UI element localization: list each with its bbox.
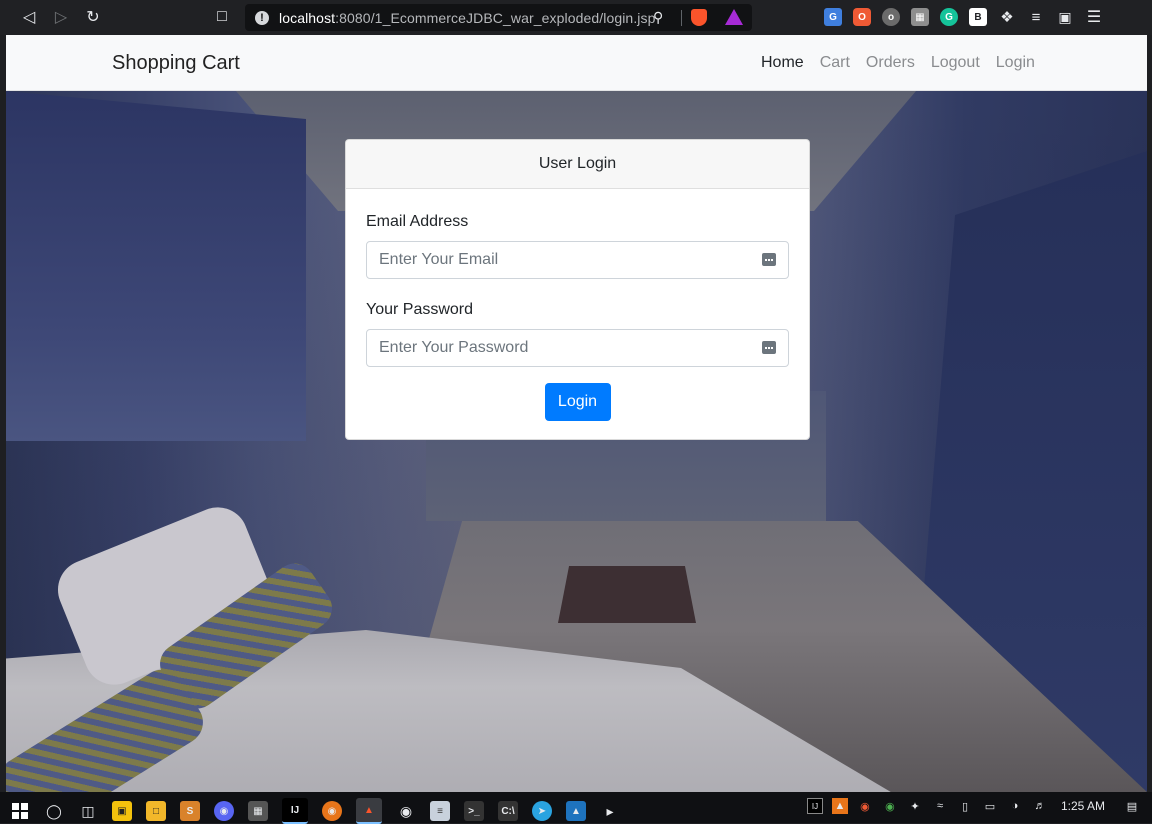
forward-icon[interactable]: ▷ <box>50 6 72 28</box>
sticky-notes-icon[interactable]: ▣ <box>112 801 132 821</box>
owl-extension-icon[interactable]: o <box>882 8 900 26</box>
volume-icon[interactable]: ♬ <box>1032 798 1048 814</box>
url-text[interactable]: localhost:8080/1_EcommerceJDBC_war_explo… <box>279 10 656 26</box>
notification-app-icon[interactable]: ◉ <box>857 798 873 814</box>
submit-row: Login <box>366 383 789 421</box>
address-bar[interactable]: ! localhost:8080/1_EcommerceJDBC_war_exp… <box>245 4 752 31</box>
page-viewport: Shopping Cart Home Cart Orders Logout Lo… <box>6 35 1147 792</box>
ubuntu-icon[interactable]: ◉ <box>322 801 342 821</box>
puzzle-icon[interactable]: ❖ <box>998 8 1016 26</box>
email-label: Email Address <box>366 213 469 230</box>
password-field[interactable] <box>367 330 788 366</box>
nav-login[interactable]: Login <box>996 54 1035 72</box>
photos-icon[interactable]: ▲ <box>566 801 586 821</box>
reload-icon[interactable]: ↻ <box>82 6 104 28</box>
card-title: User Login <box>346 140 809 189</box>
wallet-icon[interactable]: ▣ <box>1056 8 1074 26</box>
sublime-icon[interactable]: S <box>180 801 200 821</box>
telegram-icon[interactable]: ➤ <box>532 801 552 821</box>
site-info-icon[interactable]: ! <box>255 10 269 25</box>
windows-start-icon[interactable] <box>10 801 30 821</box>
clock[interactable]: 1:25 AM <box>1061 799 1105 813</box>
record-extension-icon[interactable]: O <box>853 8 871 26</box>
translate-extension-icon[interactable]: G <box>824 8 842 26</box>
cortana-icon[interactable]: ◯ <box>44 801 64 821</box>
login-form: Email Address Your Password Login <box>346 213 809 421</box>
back-icon[interactable]: ◁ <box>18 6 40 28</box>
b-extension-icon[interactable]: B <box>969 8 987 26</box>
intellij-tray-icon[interactable]: IJ <box>806 798 823 814</box>
nav-home[interactable]: Home <box>761 54 804 72</box>
site-navbar: Shopping Cart Home Cart Orders Logout Lo… <box>6 35 1147 91</box>
bg-table <box>558 566 696 623</box>
sublime-tray-icon[interactable]: ▲ <box>831 798 848 814</box>
taskbar-apps: ◯ ◫ ▣ □ S ◉ ▦ IJ ◉ ▲ ◉ ≡ >_ C:\ ➤ ▲ ▸ <box>10 798 620 824</box>
image-extension-icon[interactable]: ▦ <box>911 8 929 26</box>
url-path: :8080/1_EcommerceJDBC_war_exploded/login… <box>335 9 656 26</box>
email-field[interactable] <box>367 242 788 278</box>
login-card: User Login Email Address Your Password L… <box>345 139 810 440</box>
password-label: Your Password <box>366 301 474 318</box>
audio-app-icon[interactable]: ▸ <box>600 801 620 821</box>
calculator-icon[interactable]: ▦ <box>248 801 268 821</box>
file-explorer-icon[interactable]: □ <box>146 801 166 821</box>
windows-taskbar: ◯ ◫ ▣ □ S ◉ ▦ IJ ◉ ▲ ◉ ≡ >_ C:\ ➤ ▲ ▸ IJ… <box>0 792 1152 824</box>
bluetooth-icon[interactable]: ✦ <box>907 798 923 814</box>
usb-icon[interactable]: ▯ <box>957 798 973 814</box>
nav-orders[interactable]: Orders <box>866 54 915 72</box>
wifi-icon[interactable]: ≈ <box>932 798 948 814</box>
app-icon[interactable]: ◉ <box>396 801 416 821</box>
url-host: localhost <box>279 9 336 26</box>
navbar-brand[interactable]: Shopping Cart <box>112 52 240 75</box>
password-manager-icon[interactable] <box>762 253 776 266</box>
cmd-icon[interactable]: C:\ <box>498 801 518 821</box>
brave-rewards-icon[interactable] <box>725 9 743 25</box>
notifications-icon[interactable]: ▤ <box>1124 798 1140 814</box>
network-icon[interactable]: ▭ <box>982 798 998 814</box>
brave-shields-icon[interactable] <box>691 9 707 26</box>
bg-window <box>6 91 306 441</box>
password-manager-icon[interactable] <box>762 341 776 354</box>
wifi-signal-icon[interactable]: ◑ <box>1007 798 1023 814</box>
menu-icon[interactable]: ☰ <box>1085 8 1103 26</box>
key-icon[interactable]: ⚲ <box>653 9 663 26</box>
task-view-icon[interactable]: ◫ <box>78 801 98 821</box>
divider <box>681 10 682 26</box>
login-button[interactable]: Login <box>544 383 611 421</box>
password-field-wrapper <box>366 329 789 367</box>
notepad-icon[interactable]: ≡ <box>430 801 450 821</box>
brave-icon[interactable]: ▲ <box>356 798 382 824</box>
discord-icon[interactable]: ◉ <box>214 801 234 821</box>
grammarly-extension-icon[interactable]: G <box>940 8 958 26</box>
intellij-icon[interactable]: IJ <box>282 798 308 824</box>
playlist-icon[interactable]: ≡ <box>1027 8 1045 26</box>
terminal-icon[interactable]: >_ <box>464 801 484 821</box>
extension-bar: G O o ▦ G B ❖ ≡ ▣ ☰ <box>824 8 1103 26</box>
browser-toolbar: ◁ ▷ ↻ □ ! localhost:8080/1_EcommerceJDBC… <box>0 0 1152 35</box>
system-tray: IJ ▲ ◉ ◉ ✦ ≈ ▯ ▭ ◑ ♬ 1:25 AM ▤ <box>806 798 1140 814</box>
nav-cart[interactable]: Cart <box>820 54 850 72</box>
nav-logout[interactable]: Logout <box>931 54 980 72</box>
chrome-tray-icon[interactable]: ◉ <box>882 798 898 814</box>
bookmark-icon[interactable]: □ <box>211 6 233 28</box>
nav-links: Home Cart Orders Logout Login <box>761 54 1035 72</box>
email-field-wrapper <box>366 241 789 279</box>
